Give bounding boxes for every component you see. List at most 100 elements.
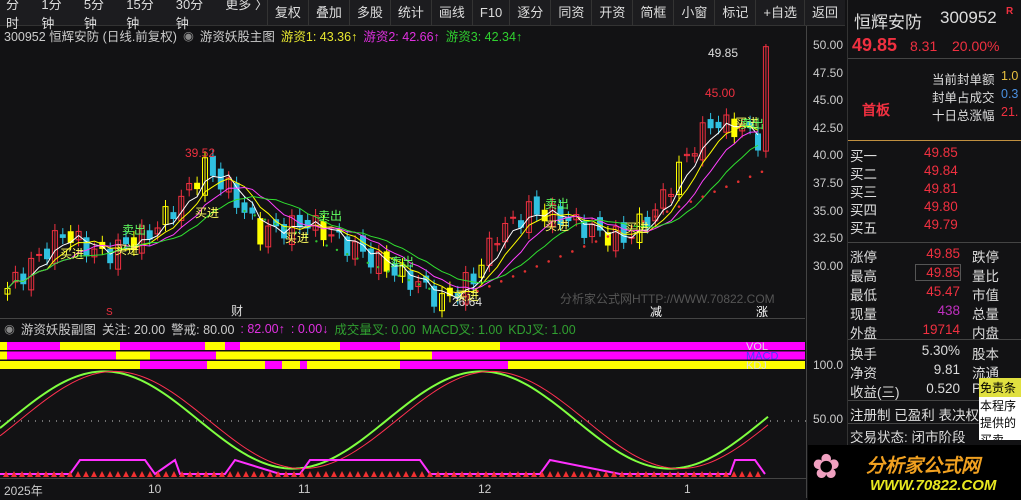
divider <box>848 242 1021 243</box>
marker-triangle <box>387 471 393 477</box>
resist-dot <box>253 214 256 217</box>
sub-title[interactable]: 游资妖股副图 <box>21 319 96 338</box>
disclaimer-tooltip[interactable]: 免责条 本程序 提供的 买卖 <box>979 378 1021 440</box>
sell-signal: 卖出 <box>318 209 342 223</box>
sub-value-2: : 0.00↓ <box>290 321 329 336</box>
candle <box>20 273 27 285</box>
marker-triangle <box>395 471 401 477</box>
toolbar-button[interactable]: 开资 <box>591 0 632 26</box>
marker-triangle <box>555 471 561 477</box>
marker-triangle <box>579 471 585 477</box>
toolbar-button[interactable]: 逐分 <box>509 0 550 26</box>
marker-triangle <box>563 471 569 477</box>
support-dot <box>654 215 657 218</box>
marker-triangle <box>99 471 105 477</box>
stat-value: 5.30% <box>921 343 960 358</box>
support-dot <box>499 280 503 283</box>
signal-band <box>207 361 265 369</box>
toolbar-button[interactable]: 复权 <box>266 0 308 26</box>
signal-band <box>240 342 340 350</box>
price-tick: 30.00 <box>813 258 844 273</box>
price-axis: 50.00 47.50 45.00 42.50 40.00 37.50 35.00 32.50… <box>806 26 846 498</box>
toolbar-button[interactable]: 多股 <box>348 0 390 26</box>
stat-label: 净资 <box>850 366 877 381</box>
resist-dot <box>335 248 339 252</box>
stat-label: 量比 <box>972 269 999 284</box>
bid-price: 49.80 <box>924 199 958 214</box>
seal-label: 当前封单额 <box>932 73 995 87</box>
marker-triangle <box>227 471 233 477</box>
price-tick: 50.00 <box>813 38 844 52</box>
toolbar-button[interactable]: 画线 <box>430 0 472 26</box>
toolbar-button[interactable]: 返回 <box>803 0 845 26</box>
stat-label: 市值 <box>972 288 999 303</box>
toolbar-button[interactable]: 小窗 <box>673 0 714 26</box>
indicator-chart[interactable]: VOLMACDKDJ <box>0 338 806 478</box>
support-dot <box>594 240 598 243</box>
toolbar-button[interactable]: 叠加 <box>307 0 349 26</box>
signal-band <box>7 351 116 360</box>
oscillator-line <box>0 370 769 470</box>
toolbar-button[interactable]: 统计 <box>389 0 431 26</box>
focus-value: 关注: 20.00 <box>101 323 166 337</box>
candle <box>194 182 201 190</box>
r-flag: R <box>1006 6 1014 17</box>
watermark: 分析家公式网HTTP://WWW.70822.COM <box>560 291 775 306</box>
marker-triangle <box>147 471 153 477</box>
dropdown-icon[interactable]: ◉ <box>4 321 15 336</box>
signal-band <box>120 342 205 350</box>
change: 8.31 <box>910 38 938 54</box>
marker-triangle <box>571 471 577 477</box>
dropdown-icon[interactable]: ◉ <box>183 28 194 43</box>
marker-triangle <box>347 471 353 477</box>
seal-label: 封单占成交 <box>932 91 995 105</box>
candle <box>533 196 540 215</box>
marker-triangle <box>75 471 81 477</box>
sell-signal: 卖出 <box>545 197 569 211</box>
support-dot <box>677 205 681 208</box>
stat-value: 49.85 <box>926 246 960 261</box>
candle <box>107 248 114 264</box>
marker-triangle <box>123 471 129 477</box>
support-dot <box>725 185 728 188</box>
price-tick: 35.00 <box>813 203 844 218</box>
toolbar-button[interactable]: 同资 <box>550 0 591 26</box>
resist-dot <box>325 244 328 247</box>
value-2: 游资2: 42.66↑ <box>363 29 440 44</box>
marker-triangle <box>323 471 329 477</box>
marker-triangle <box>171 471 177 477</box>
toolbar-button[interactable]: 简框 <box>632 0 673 26</box>
toolbar-button[interactable]: 标记 <box>714 0 755 26</box>
stat-label: 换手 <box>850 347 877 362</box>
date-tick: 11 <box>298 482 311 496</box>
price-tick: 42.50 <box>813 120 844 135</box>
sell-signal: 卖出 <box>122 223 146 237</box>
stat-label: 收益(三) <box>850 385 900 400</box>
marker-triangle <box>587 471 593 477</box>
marker-triangle <box>355 471 361 477</box>
candle <box>146 230 153 240</box>
signal-band <box>216 351 432 360</box>
date-tick: 12 <box>478 482 492 496</box>
toolbar-button[interactable]: F10 <box>471 0 509 26</box>
stat-value: 0.520 <box>926 381 960 396</box>
kdj-cross: KDJ叉: 1.00 <box>508 323 576 337</box>
marker-triangle <box>747 471 753 477</box>
indicator-name[interactable]: 游资妖股主图 <box>200 26 275 45</box>
marker-triangle <box>259 471 265 477</box>
oscillator-line <box>0 370 769 470</box>
candle <box>320 221 327 241</box>
candle <box>715 121 722 129</box>
support-dot <box>701 195 704 198</box>
value-1: 游资1: 43.36↑ <box>280 29 358 44</box>
candle <box>44 248 50 260</box>
marker-triangle <box>339 471 345 477</box>
period-toolbar: 分时 1分钟 5分钟 15分钟 30分钟 更多 〉复权 叠加 多股 统计 画线 F10 逐分 同资 开资简… <box>0 0 845 31</box>
price-tick: 32.50 <box>813 231 844 246</box>
toolbar-button[interactable]: +自选 <box>755 0 804 26</box>
macd-cross: MACD叉: 1.00 <box>421 323 503 337</box>
board-tag: 首板 <box>862 102 890 118</box>
date-tick: 1 <box>684 482 691 496</box>
marker-triangle <box>235 471 241 477</box>
candlestick-chart[interactable]: 39.5245.0049.8526.64 分析家公式网HTTP://WWW.708… <box>0 44 806 318</box>
